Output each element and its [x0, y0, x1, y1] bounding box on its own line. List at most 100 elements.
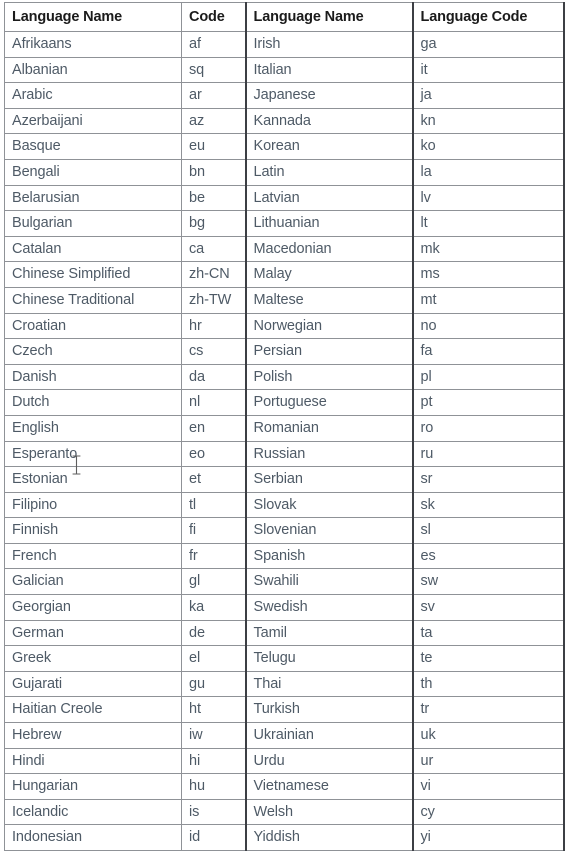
cell-code-left: sq: [181, 56, 246, 84]
cell-language-code-right: cy: [411, 798, 565, 826]
cell-code-left: bn: [181, 158, 246, 186]
cell-language-name-right: Macedonian: [244, 235, 413, 263]
cell-language-code-right: sr: [411, 466, 565, 493]
cell-language-code-right: kn: [411, 107, 565, 135]
table-row: Hungarian hu Vietnamese vi: [4, 773, 565, 800]
cell-language-name-right: Korean: [244, 133, 413, 160]
cell-language-name-right: Romanian: [244, 414, 413, 442]
cell-language-name-right: Italian: [244, 56, 413, 84]
cell-language-name-left: Estonian: [4, 466, 182, 493]
table-row: English en Romanian ro: [4, 414, 565, 442]
cell-code-left: ka: [181, 594, 246, 621]
cell-code-left: hu: [181, 773, 246, 800]
cell-code-left: ca: [181, 235, 246, 263]
cell-language-name-left: Belarusian: [4, 184, 182, 212]
table-row: Basque eu Korean ko: [4, 133, 565, 160]
cell-language-code-right: ms: [411, 261, 565, 288]
table-header-row: Language Name Code Language Name Languag…: [4, 2, 565, 32]
column-header-language-code-right: Language Code: [411, 2, 565, 32]
cell-language-code-right: es: [411, 542, 565, 570]
table-row: Dutch nl Portuguese pt: [4, 389, 565, 416]
cell-code-left: eo: [181, 440, 246, 468]
cell-language-name-right: Yiddish: [244, 824, 413, 851]
table-row: Hindi hi Urdu ur: [4, 747, 565, 775]
table-body: Afrikaans af Irish ga Albanian sq Italian it Ara…: [4, 31, 565, 851]
language-code-table-container: Language Name Code Language Name Languag…: [4, 2, 565, 851]
cell-language-code-right: ja: [411, 82, 565, 109]
cell-code-left: is: [181, 798, 246, 826]
cell-language-name-left: Finnish: [4, 517, 182, 544]
cell-language-code-right: fa: [411, 338, 565, 365]
cell-language-name-right: Welsh: [244, 798, 413, 826]
cell-language-name-right: Malay: [244, 261, 413, 288]
cell-code-left: el: [181, 645, 246, 672]
cell-language-name-right: Polish: [244, 363, 413, 391]
column-header-code-left: Code: [181, 2, 246, 32]
cell-code-left: nl: [181, 389, 246, 416]
table-row: Filipino tl Slovak sk: [4, 491, 565, 519]
cell-language-name-right: Serbian: [244, 466, 413, 493]
cell-language-name-left: Greek: [4, 645, 182, 672]
cell-code-left: af: [181, 31, 246, 58]
cell-language-name-left: Gujarati: [4, 670, 182, 698]
table-row: Bulgarian bg Lithuanian lt: [4, 210, 565, 237]
cell-language-name-left: Afrikaans: [4, 31, 182, 58]
cell-language-name-right: Lithuanian: [244, 210, 413, 237]
table-row: Greek el Telugu te: [4, 645, 565, 672]
cell-code-left: tl: [181, 491, 246, 519]
cell-language-code-right: yi: [411, 824, 565, 851]
table-row: Belarusian be Latvian lv: [4, 184, 565, 212]
table-row: Galician gl Swahili sw: [4, 568, 565, 596]
table-row: Gujarati gu Thai th: [4, 670, 565, 698]
cell-language-name-right: Japanese: [244, 82, 413, 109]
cell-code-left: gu: [181, 670, 246, 698]
cell-language-code-right: pl: [411, 363, 565, 391]
cell-code-left: ar: [181, 82, 246, 109]
cell-language-code-right: uk: [411, 722, 565, 749]
cell-code-left: ht: [181, 696, 246, 724]
cell-language-name-left: French: [4, 542, 182, 570]
table-row: Bengali bn Latin la: [4, 158, 565, 186]
cell-language-code-right: lt: [411, 210, 565, 237]
cell-language-name-right: Swahili: [244, 568, 413, 596]
cell-language-code-right: ta: [411, 619, 565, 647]
cell-language-name-left: Filipino: [4, 491, 182, 519]
cell-language-name-right: Telugu: [244, 645, 413, 672]
cell-language-name-left: Basque: [4, 133, 182, 160]
cell-language-code-right: ro: [411, 414, 565, 442]
table-row: Croatian hr Norwegian no: [4, 312, 565, 340]
cell-language-name-right: Vietnamese: [244, 773, 413, 800]
cell-language-code-right: sv: [411, 594, 565, 621]
table-row: Estonian et Serbian sr: [4, 466, 565, 493]
cell-language-code-right: sk: [411, 491, 565, 519]
cell-code-left: zh-TW: [181, 286, 246, 314]
table-row: Chinese Simplified zh-CN Malay ms: [4, 261, 565, 288]
table-row: Indonesian id Yiddish yi: [4, 824, 565, 851]
cell-language-name-right: Swedish: [244, 594, 413, 621]
cell-language-code-right: sw: [411, 568, 565, 596]
table-row: Esperanto eo Russian ru: [4, 440, 565, 468]
cell-language-name-left: Icelandic: [4, 798, 182, 826]
cell-code-left: be: [181, 184, 246, 212]
table-row: Albanian sq Italian it: [4, 56, 565, 84]
cell-language-name-left: Bengali: [4, 158, 182, 186]
cell-language-name-left: Croatian: [4, 312, 182, 340]
cell-language-name-left: Chinese Simplified: [4, 261, 182, 288]
cell-language-name-right: Maltese: [244, 286, 413, 314]
cell-language-code-right: lv: [411, 184, 565, 212]
cell-language-name-right: Latvian: [244, 184, 413, 212]
cell-language-name-right: Latin: [244, 158, 413, 186]
cell-language-code-right: pt: [411, 389, 565, 416]
cell-language-name-left: Czech: [4, 338, 182, 365]
cell-code-left: iw: [181, 722, 246, 749]
table-header: Language Name Code Language Name Languag…: [4, 2, 565, 32]
cell-language-code-right: ur: [411, 747, 565, 775]
cell-code-left: et: [181, 466, 246, 493]
cell-language-name-left: Hebrew: [4, 722, 182, 749]
cell-language-name-right: Slovak: [244, 491, 413, 519]
cell-language-code-right: vi: [411, 773, 565, 800]
cell-language-code-right: it: [411, 56, 565, 84]
cell-language-code-right: ga: [411, 31, 565, 58]
cell-language-name-left: Bulgarian: [4, 210, 182, 237]
cell-language-name-left: Danish: [4, 363, 182, 391]
